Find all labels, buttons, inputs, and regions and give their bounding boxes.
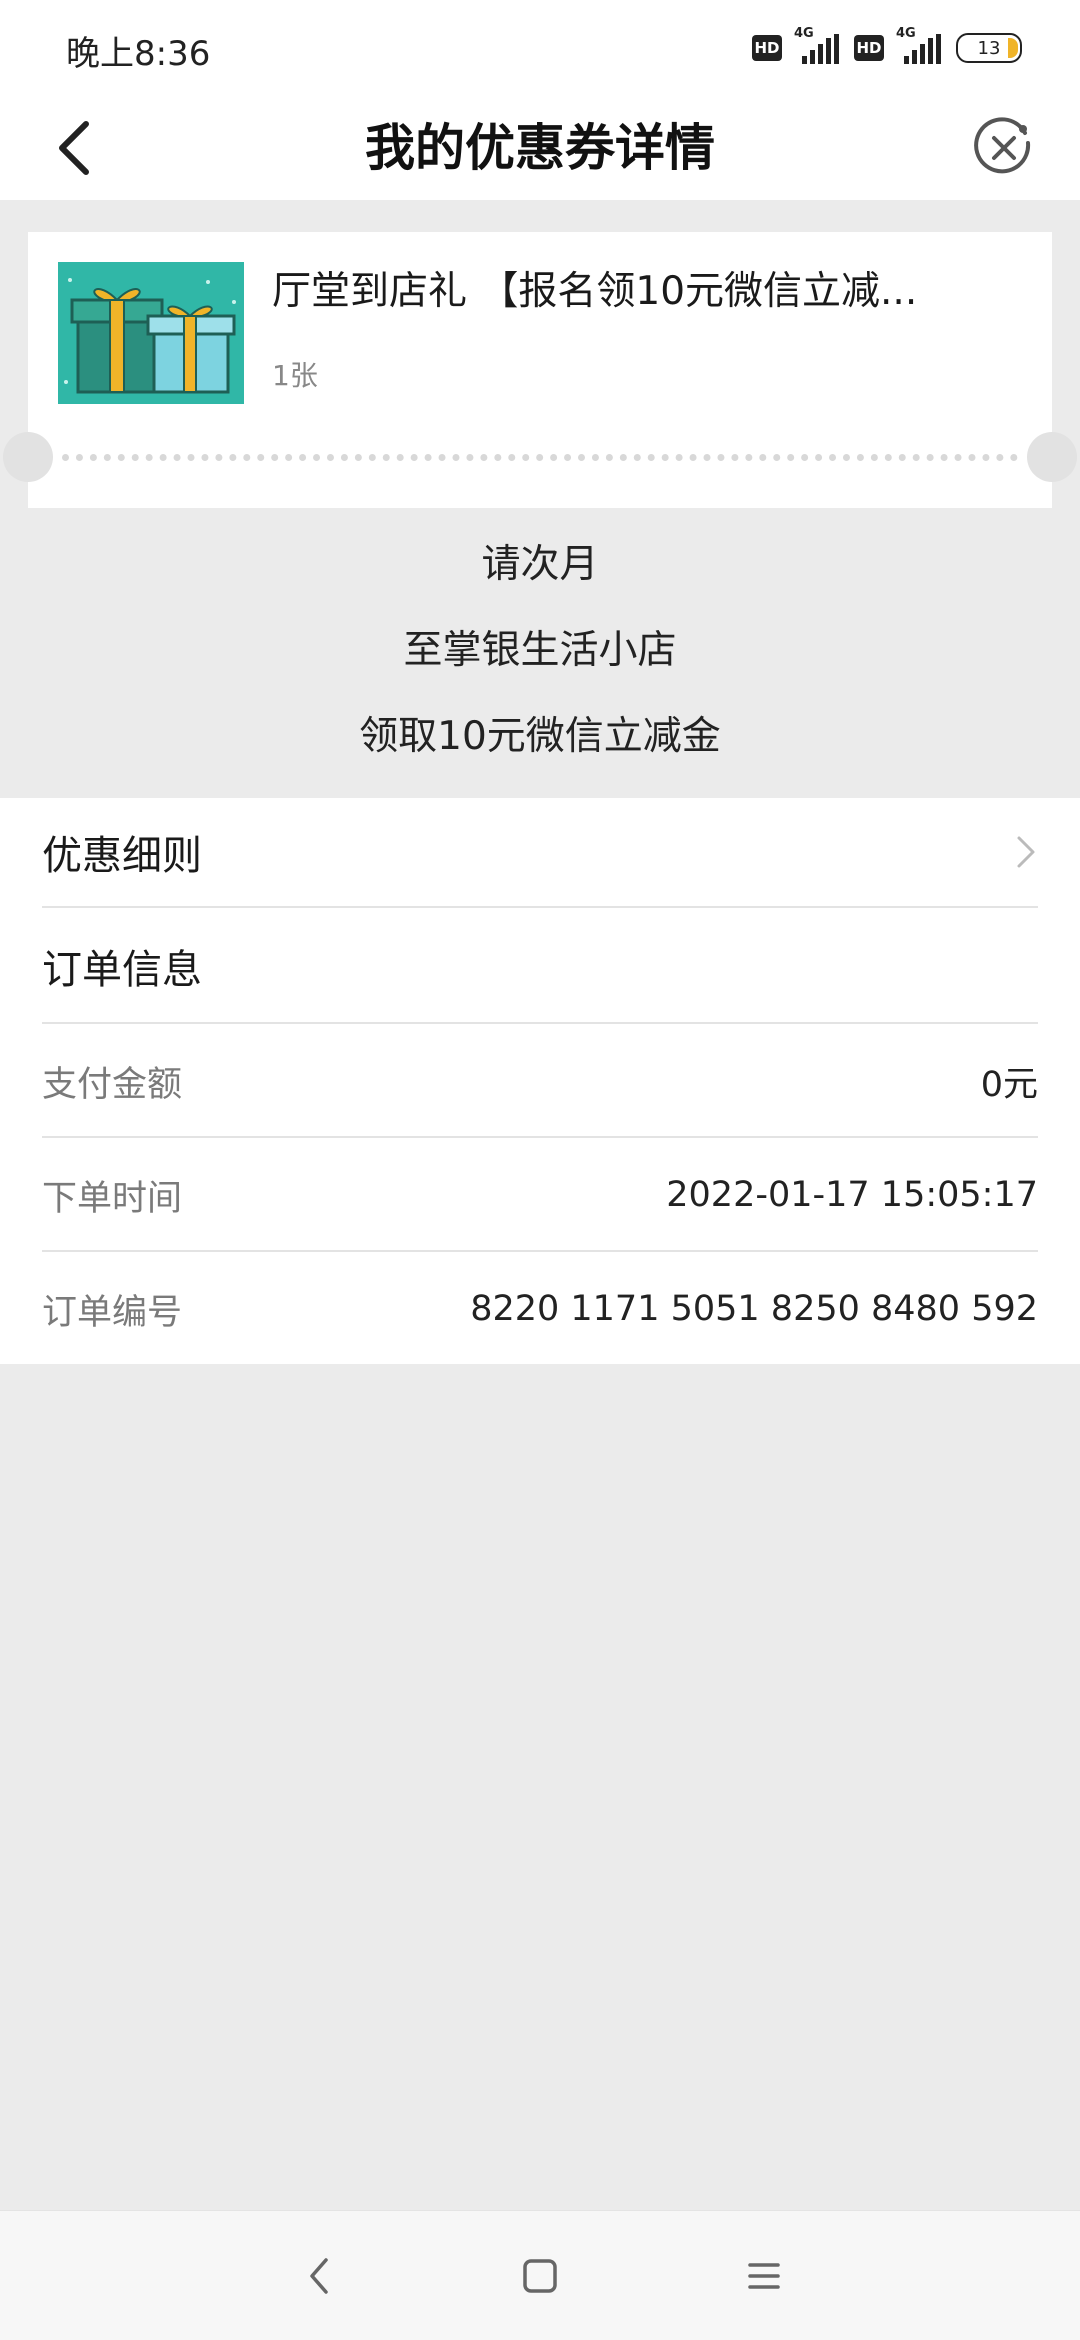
coupon-card: 厅堂到店礼 【报名领10元微信立减... 1张 [3, 232, 1077, 508]
detail-row-order-number: 订单编号 8220 1171 5051 8250 8480 592 [42, 1254, 1038, 1364]
order-number-label: 订单编号 [42, 1292, 183, 1333]
ticket-notch-left [3, 432, 53, 482]
close-button[interactable] [964, 108, 1044, 188]
amount-value: 0元 [980, 1064, 1038, 1105]
battery-icon: 13 [956, 33, 1022, 63]
rules-row[interactable]: 优惠细则 [42, 798, 1038, 908]
close-circle-icon [974, 117, 1031, 174]
signal-icon-1: 4G [792, 26, 844, 68]
rules-label: 优惠细则 [42, 833, 202, 879]
coupon-quantity: 1张 [272, 359, 318, 392]
description-line: 领取10元微信立减金 [359, 714, 721, 759]
detail-row-time: 下单时间 2022-01-17 15:05:17 [42, 1140, 1038, 1252]
system-home-button[interactable] [507, 2243, 573, 2309]
status-bar: 晚上8:36 HD 4G HD 4G 13 [0, 0, 1080, 96]
status-time: 晚上8:36 [66, 34, 211, 74]
amount-label: 支付金额 [42, 1064, 183, 1105]
signal-icon-2: 4G [894, 26, 946, 68]
system-back-button[interactable] [286, 2243, 352, 2309]
description-line: 至掌银生活小店 [403, 628, 677, 673]
hd-badge-1: HD [752, 35, 782, 61]
detail-row-amount: 支付金额 0元 [42, 1026, 1038, 1138]
system-menu-button[interactable] [731, 2243, 797, 2309]
status-icons: HD 4G HD 4G 13 [752, 26, 1022, 70]
order-info-header: 订单信息 [42, 910, 1038, 1024]
description-line: 请次月 [481, 542, 599, 587]
ticket-notch-right [1027, 432, 1077, 482]
hd-badge-2: HD [854, 35, 884, 61]
page-title: 我的优惠券详情 [365, 119, 715, 177]
order-number-value: 8220 1171 5051 8250 8480 592 [470, 1289, 1038, 1329]
ticket-perforation [62, 454, 1018, 461]
order-time-label: 下单时间 [42, 1178, 183, 1219]
menu-icon [748, 2263, 780, 2289]
order-info-label: 订单信息 [42, 947, 202, 993]
battery-level: 13 [977, 37, 1001, 59]
chevron-right-icon [1017, 836, 1035, 868]
back-icon [310, 2258, 328, 2294]
coupon-description: 请次月 至掌银生活小店 领取10元微信立减金 [0, 535, 1080, 793]
system-nav-bar [0, 2210, 1080, 2340]
header-bar: 我的优惠券详情 [0, 96, 1080, 200]
home-icon [523, 2259, 557, 2293]
gift-boxes-image [58, 262, 244, 404]
order-details-panel: 优惠细则 订单信息 支付金额 0元 下单时间 2022-01-17 15:05:… [0, 798, 1080, 1364]
coupon-title: 厅堂到店礼 【报名领10元微信立减... [272, 269, 918, 314]
order-time-value: 2022-01-17 15:05:17 [666, 1175, 1038, 1215]
